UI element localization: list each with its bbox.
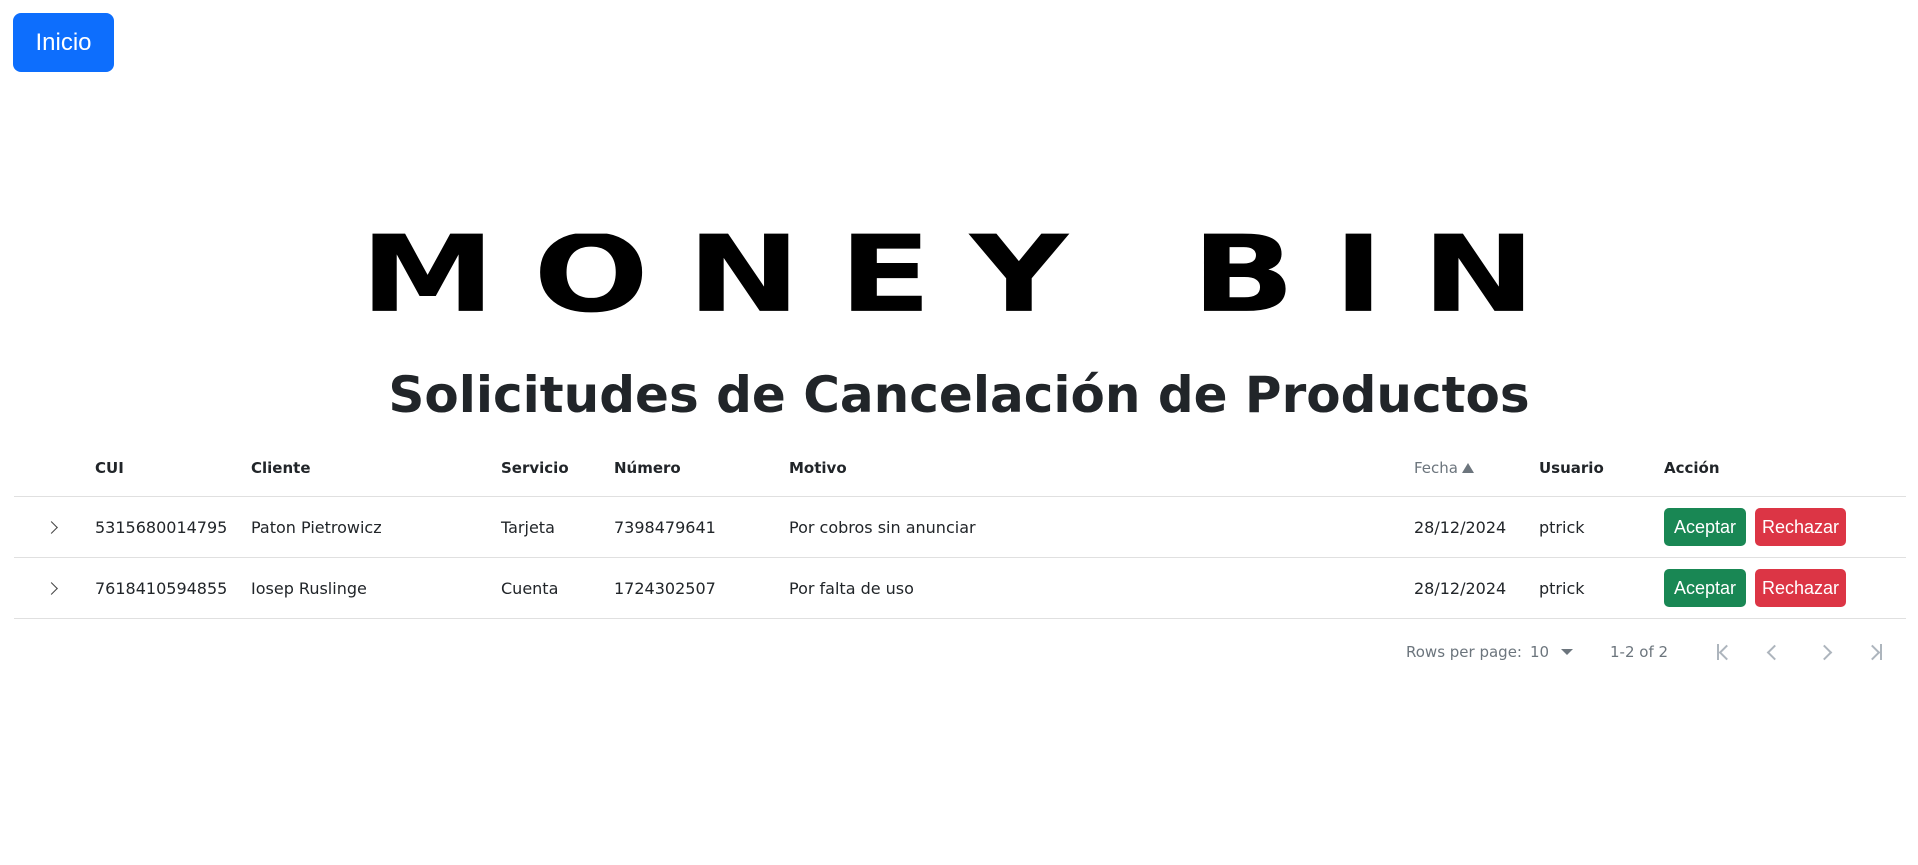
pagination: Rows per page: 10 1-2 of 2 bbox=[1400, 632, 1906, 672]
home-button[interactable]: Inicio bbox=[13, 13, 114, 72]
cell-cui: 7618410594855 bbox=[95, 578, 228, 598]
chevron-right-icon bbox=[44, 520, 58, 534]
accept-button[interactable]: Aceptar bbox=[1664, 569, 1746, 607]
chevron-right-icon bbox=[44, 581, 58, 595]
next-page-button[interactable] bbox=[1806, 632, 1842, 672]
column-header-fecha[interactable]: Fecha bbox=[1414, 440, 1474, 496]
expand-row-button[interactable] bbox=[36, 558, 66, 618]
cell-fecha: 28/12/2024 bbox=[1414, 578, 1507, 598]
cell-numero: 7398479641 bbox=[614, 517, 716, 537]
pagination-range: 1-2 of 2 bbox=[1610, 643, 1669, 661]
cell-cui: 5315680014795 bbox=[95, 517, 228, 537]
cell-servicio: Cuenta bbox=[501, 578, 559, 598]
cell-accion: Aceptar Rechazar bbox=[1664, 558, 1846, 618]
reject-button[interactable]: Rechazar bbox=[1755, 508, 1846, 546]
table-row: 5315680014795 Paton Pietrowicz Tarjeta 7… bbox=[14, 497, 1906, 558]
first-page-button[interactable] bbox=[1706, 632, 1742, 672]
cell-servicio: Tarjeta bbox=[501, 517, 555, 537]
column-header-cliente[interactable]: Cliente bbox=[251, 440, 311, 496]
column-header-servicio[interactable]: Servicio bbox=[501, 440, 569, 496]
cell-cliente: Paton Pietrowicz bbox=[251, 517, 382, 537]
column-header-fecha-label: Fecha bbox=[1414, 459, 1458, 477]
cell-accion: Aceptar Rechazar bbox=[1664, 497, 1846, 557]
cell-usuario: ptrick bbox=[1539, 517, 1585, 537]
rows-per-page-select[interactable]: 10 bbox=[1530, 632, 1574, 672]
column-header-numero[interactable]: Número bbox=[614, 440, 681, 496]
last-page-button[interactable] bbox=[1856, 632, 1892, 672]
caret-down-icon bbox=[1561, 649, 1574, 655]
cancellation-requests-table: CUI Cliente Servicio Número Motivo Fecha… bbox=[14, 440, 1906, 619]
cell-numero: 1724302507 bbox=[614, 578, 716, 598]
cell-motivo: Por cobros sin anunciar bbox=[789, 517, 976, 537]
table-header: CUI Cliente Servicio Número Motivo Fecha… bbox=[14, 440, 1906, 497]
column-header-usuario[interactable]: Usuario bbox=[1539, 440, 1604, 496]
rows-per-page-value: 10 bbox=[1530, 643, 1550, 661]
last-page-icon bbox=[1864, 644, 1882, 660]
table-row: 7618410594855 Iosep Ruslinge Cuenta 1724… bbox=[14, 558, 1906, 619]
cell-fecha: 28/12/2024 bbox=[1414, 517, 1507, 537]
reject-button[interactable]: Rechazar bbox=[1755, 569, 1846, 607]
expand-row-button[interactable] bbox=[36, 497, 66, 557]
column-header-cui[interactable]: CUI bbox=[95, 440, 124, 496]
column-header-motivo[interactable]: Motivo bbox=[789, 440, 847, 496]
accept-button[interactable]: Aceptar bbox=[1664, 508, 1746, 546]
sort-up-icon bbox=[1461, 463, 1474, 473]
cell-cliente: Iosep Ruslinge bbox=[251, 578, 367, 598]
column-header-accion: Acción bbox=[1664, 459, 1720, 477]
cell-usuario: ptrick bbox=[1539, 578, 1585, 598]
logo: MONEY BIN bbox=[360, 233, 1565, 317]
chevron-right-icon bbox=[1816, 644, 1832, 660]
previous-page-button[interactable] bbox=[1756, 632, 1792, 672]
chevron-left-icon bbox=[1766, 644, 1782, 660]
first-page-icon bbox=[1716, 644, 1734, 660]
page-title: Solicitudes de Cancelación de Productos bbox=[388, 366, 1530, 424]
rows-per-page-label: Rows per page: bbox=[1406, 643, 1522, 661]
cell-motivo: Por falta de uso bbox=[789, 578, 914, 598]
